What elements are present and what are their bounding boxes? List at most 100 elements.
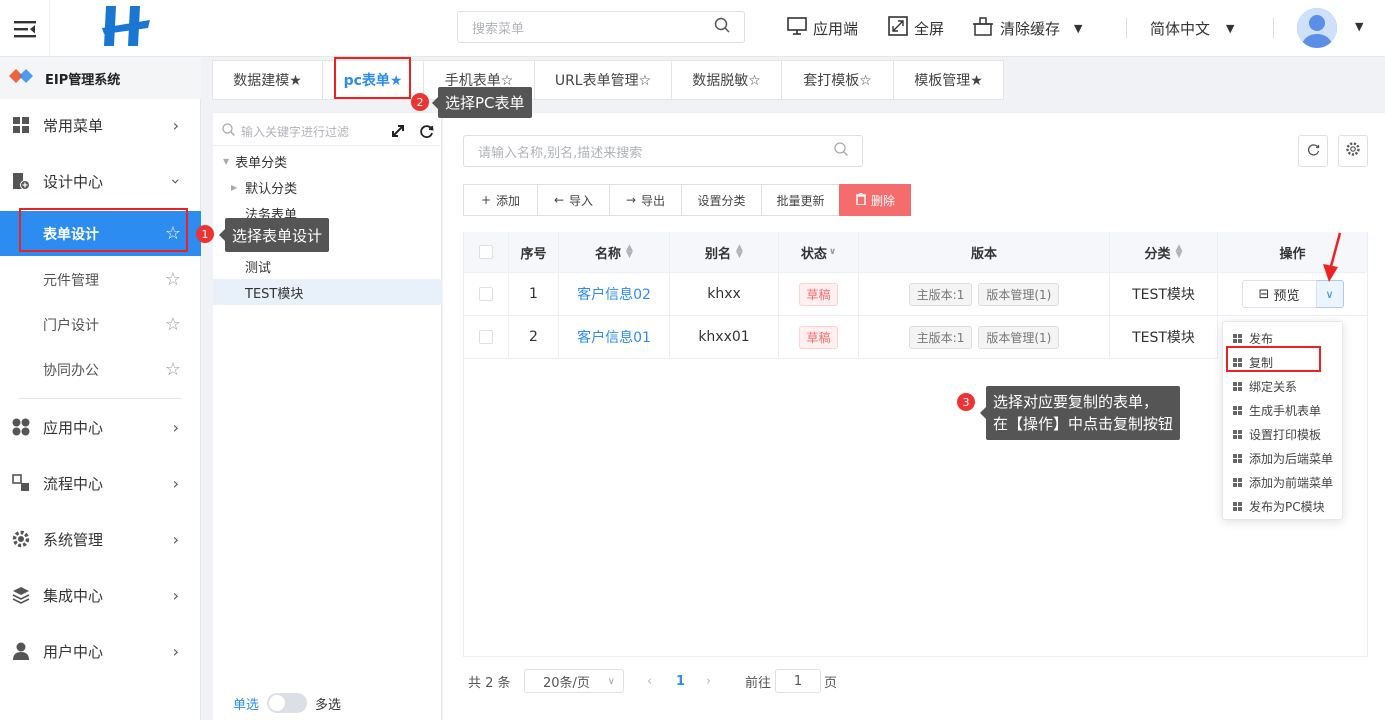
form-name-link[interactable]: 客户信息01 bbox=[577, 327, 651, 347]
sort-icon[interactable]: ▲ ▼ bbox=[626, 244, 633, 260]
annotation-step-badge: 2 bbox=[411, 93, 429, 111]
grid-icon bbox=[1233, 381, 1242, 391]
menu-item-add-backend-menu[interactable]: 添加为后端菜单 bbox=[1233, 446, 1333, 470]
sort-icon[interactable]: ▲ ▼ bbox=[1176, 244, 1183, 260]
fullscreen-button[interactable]: 全屏 bbox=[888, 14, 944, 42]
goto-value: 1 bbox=[793, 673, 803, 689]
toolbar: + 添加 ← 导入 → 导出 设置分类 批量更新 删除 bbox=[463, 184, 911, 216]
menu-item-add-frontend-menu[interactable]: 添加为前端菜单 bbox=[1233, 470, 1333, 494]
star-icon[interactable]: ☆ bbox=[165, 314, 181, 335]
tab-url-form-mgmt[interactable]: URL表单管理☆ bbox=[534, 60, 671, 100]
toggle-switch[interactable] bbox=[267, 693, 308, 713]
col-header-alias[interactable]: 别名 ▲ ▼ bbox=[670, 232, 779, 273]
row-checkbox[interactable] bbox=[479, 287, 493, 301]
chevron-right-icon: › bbox=[172, 585, 179, 605]
action-button-group: ⊟ 预览 ∨ bbox=[1241, 280, 1344, 308]
menu-item-bind-relation[interactable]: 绑定关系 bbox=[1233, 374, 1297, 398]
plus-icon: + bbox=[480, 193, 492, 207]
menu-item-publish-pc-module[interactable]: 发布为PC模块 bbox=[1233, 494, 1325, 518]
search-icon[interactable] bbox=[714, 17, 730, 37]
goto-page-input[interactable]: 1 bbox=[775, 669, 821, 693]
star-icon[interactable]: ☆ bbox=[165, 269, 181, 290]
sidebar-item-design-center[interactable]: 设计中心 › bbox=[0, 153, 201, 209]
tree-node-selected[interactable]: TEST模块 bbox=[213, 279, 442, 305]
sort-icon[interactable]: ▲ ▼ bbox=[736, 244, 743, 260]
star-icon[interactable]: ☆ bbox=[165, 359, 181, 380]
tab-template-mgmt[interactable]: 模板管理★ bbox=[893, 60, 1004, 100]
row-checkbox-cell bbox=[464, 273, 509, 316]
tab-label: 数据建模★ bbox=[233, 73, 302, 89]
col-header-label: 分类 bbox=[1144, 246, 1171, 262]
select-all-checkbox[interactable] bbox=[479, 245, 493, 259]
batch-update-button[interactable]: 批量更新 bbox=[761, 184, 839, 216]
expand-icon[interactable] bbox=[391, 124, 405, 142]
sidebar-item-label: 常用菜单 bbox=[43, 116, 104, 135]
sidebar-item-common-menu[interactable]: 常用菜单 › bbox=[0, 97, 201, 153]
tree-node-root[interactable]: ▼ 表单分类 bbox=[213, 148, 442, 174]
refresh-icon[interactable] bbox=[419, 124, 434, 143]
menu-item-label: 设置打印模板 bbox=[1249, 427, 1322, 442]
sidebar-item-user-center[interactable]: 用户中心 › bbox=[0, 623, 201, 679]
caret-down-icon[interactable]: ▼ bbox=[1355, 20, 1363, 33]
tab-data-modeling[interactable]: 数据建模★ bbox=[212, 60, 322, 100]
sidebar-item-component-mgmt[interactable]: 元件管理 ☆ bbox=[0, 257, 201, 302]
avatar[interactable] bbox=[1297, 8, 1337, 48]
version-mgmt-button[interactable]: 版本管理(1) bbox=[978, 282, 1060, 306]
menu-search-input[interactable]: 搜索菜单 bbox=[457, 11, 745, 43]
tree-node[interactable]: 测试 bbox=[213, 253, 442, 279]
menu-toggle-icon[interactable] bbox=[0, 0, 50, 57]
refresh-button[interactable] bbox=[1298, 135, 1328, 167]
select-mode-switch[interactable]: 单选 多选 bbox=[233, 693, 341, 713]
col-header-label: 版本 bbox=[970, 246, 997, 262]
menu-item-label: 添加为前端菜单 bbox=[1249, 475, 1334, 490]
tree-node[interactable]: ▶ 默认分类 bbox=[213, 174, 442, 200]
clear-cache-button[interactable]: 清除缓存 ▼ bbox=[972, 14, 1082, 42]
app-end-button[interactable]: 应用端 bbox=[787, 14, 858, 42]
preview-button[interactable]: ⊟ 预览 bbox=[1241, 280, 1317, 308]
col-header-status[interactable]: 状态 ∨ bbox=[779, 232, 859, 273]
menu-item-gen-mobile-form[interactable]: 生成手机表单 bbox=[1233, 398, 1321, 422]
sidebar-item-label: 应用中心 bbox=[43, 418, 104, 437]
page-size-select[interactable]: 20条/页 ∨ bbox=[524, 669, 624, 693]
prev-page-button[interactable]: ‹ bbox=[647, 669, 652, 693]
tree-filter-input[interactable]: 输入关键字进行过滤 bbox=[222, 120, 390, 142]
page-number-current[interactable]: 1 bbox=[676, 669, 685, 693]
menu-item-set-print-template[interactable]: 设置打印模板 bbox=[1233, 422, 1321, 446]
next-page-button[interactable]: › bbox=[706, 669, 711, 693]
sidebar-item-collab-office[interactable]: 协同办公 ☆ bbox=[0, 347, 201, 392]
tab-data-masking[interactable]: 数据脱敏☆ bbox=[671, 60, 781, 100]
language-select[interactable]: 简体中文 ▼ bbox=[1150, 14, 1234, 42]
sidebar-item-system-mgmt[interactable]: 系统管理 › bbox=[0, 511, 201, 567]
sidebar-item-app-center[interactable]: 应用中心 › bbox=[0, 399, 201, 455]
chevron-down-icon[interactable]: ∨ bbox=[829, 247, 836, 257]
more-actions-dropdown[interactable]: ∨ bbox=[1316, 280, 1344, 308]
version-mgmt-button[interactable]: 版本管理(1) bbox=[978, 325, 1060, 349]
brand: EIP管理系统 bbox=[0, 57, 201, 99]
col-header-category[interactable]: 分类 ▲ ▼ bbox=[1110, 232, 1218, 273]
export-button[interactable]: → 导出 bbox=[609, 184, 681, 216]
import-button[interactable]: ← 导入 bbox=[537, 184, 609, 216]
tab-print-template[interactable]: 套打模板☆ bbox=[781, 60, 893, 100]
search-icon[interactable] bbox=[834, 142, 848, 160]
col-header-name[interactable]: 名称 ▲ ▼ bbox=[559, 232, 670, 273]
col-header-label: 状态 bbox=[800, 246, 827, 262]
form-search-input[interactable]: 请输入名称,别名,描述来搜索 bbox=[463, 135, 863, 167]
table-cell-name: 客户信息02 bbox=[559, 273, 670, 316]
brand-logo-icon bbox=[9, 68, 35, 88]
sidebar-item-integration-center[interactable]: 集成中心 › bbox=[0, 567, 201, 623]
sidebar-item-label: 集成中心 bbox=[43, 586, 104, 605]
delete-button[interactable]: 删除 bbox=[839, 184, 911, 216]
app-end-label: 应用端 bbox=[813, 19, 859, 38]
table-cell-category: TEST模块 bbox=[1110, 273, 1218, 316]
sidebar-item-label: 设计中心 bbox=[43, 172, 104, 191]
row-checkbox[interactable] bbox=[479, 330, 493, 344]
annotation-highlight-form-design bbox=[19, 208, 188, 252]
sidebar-item-flow-center[interactable]: 流程中心 › bbox=[0, 455, 201, 511]
chevron-right-icon: › bbox=[172, 529, 179, 549]
add-button[interactable]: + 添加 bbox=[463, 184, 537, 216]
menu-item-label: 添加为后端菜单 bbox=[1249, 451, 1334, 466]
set-category-button[interactable]: 设置分类 bbox=[681, 184, 761, 216]
settings-button[interactable] bbox=[1338, 135, 1368, 167]
form-name-link[interactable]: 客户信息02 bbox=[577, 284, 651, 304]
sidebar-item-portal-design[interactable]: 门户设计 ☆ bbox=[0, 302, 201, 347]
